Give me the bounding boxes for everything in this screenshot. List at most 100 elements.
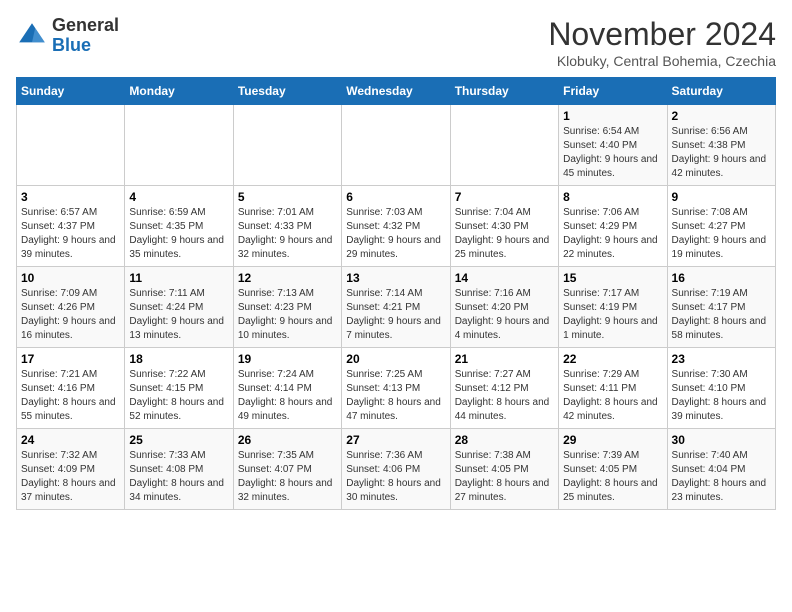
day-number: 15 (563, 271, 662, 285)
day-number: 24 (21, 433, 120, 447)
day-number: 18 (129, 352, 228, 366)
day-info: Sunrise: 6:56 AMSunset: 4:38 PMDaylight:… (672, 126, 767, 179)
day-number: 20 (346, 352, 445, 366)
day-cell-8: 8 Sunrise: 7:06 AMSunset: 4:29 PMDayligh… (559, 186, 667, 267)
week-row-5: 24 Sunrise: 7:32 AMSunset: 4:09 PMDaylig… (17, 429, 776, 510)
empty-cell (450, 105, 558, 186)
day-number: 3 (21, 190, 120, 204)
day-cell-29: 29 Sunrise: 7:39 AMSunset: 4:05 PMDaylig… (559, 429, 667, 510)
day-number: 5 (238, 190, 337, 204)
day-cell-27: 27 Sunrise: 7:36 AMSunset: 4:06 PMDaylig… (342, 429, 450, 510)
day-number: 11 (129, 271, 228, 285)
day-cell-16: 16 Sunrise: 7:19 AMSunset: 4:17 PMDaylig… (667, 267, 775, 348)
day-number: 23 (672, 352, 771, 366)
day-cell-6: 6 Sunrise: 7:03 AMSunset: 4:32 PMDayligh… (342, 186, 450, 267)
day-cell-28: 28 Sunrise: 7:38 AMSunset: 4:05 PMDaylig… (450, 429, 558, 510)
day-number: 16 (672, 271, 771, 285)
day-info: Sunrise: 7:14 AMSunset: 4:21 PMDaylight:… (346, 288, 441, 341)
day-cell-10: 10 Sunrise: 7:09 AMSunset: 4:26 PMDaylig… (17, 267, 125, 348)
logo: General Blue (16, 16, 119, 56)
day-header-tuesday: Tuesday (233, 78, 341, 105)
day-cell-1: 1 Sunrise: 6:54 AMSunset: 4:40 PMDayligh… (559, 105, 667, 186)
day-info: Sunrise: 7:27 AMSunset: 4:12 PMDaylight:… (455, 369, 550, 422)
empty-cell (17, 105, 125, 186)
day-cell-2: 2 Sunrise: 6:56 AMSunset: 4:38 PMDayligh… (667, 105, 775, 186)
day-info: Sunrise: 7:30 AMSunset: 4:10 PMDaylight:… (672, 369, 767, 422)
day-info: Sunrise: 6:57 AMSunset: 4:37 PMDaylight:… (21, 207, 116, 260)
day-cell-14: 14 Sunrise: 7:16 AMSunset: 4:20 PMDaylig… (450, 267, 558, 348)
empty-cell (125, 105, 233, 186)
day-header-monday: Monday (125, 78, 233, 105)
day-info: Sunrise: 7:01 AMSunset: 4:33 PMDaylight:… (238, 207, 333, 260)
week-row-1: 1 Sunrise: 6:54 AMSunset: 4:40 PMDayligh… (17, 105, 776, 186)
day-info: Sunrise: 7:04 AMSunset: 4:30 PMDaylight:… (455, 207, 550, 260)
day-info: Sunrise: 7:39 AMSunset: 4:05 PMDaylight:… (563, 450, 658, 503)
day-cell-22: 22 Sunrise: 7:29 AMSunset: 4:11 PMDaylig… (559, 348, 667, 429)
day-cell-21: 21 Sunrise: 7:27 AMSunset: 4:12 PMDaylig… (450, 348, 558, 429)
day-header-wednesday: Wednesday (342, 78, 450, 105)
day-cell-18: 18 Sunrise: 7:22 AMSunset: 4:15 PMDaylig… (125, 348, 233, 429)
day-info: Sunrise: 6:54 AMSunset: 4:40 PMDaylight:… (563, 126, 658, 179)
day-number: 7 (455, 190, 554, 204)
day-cell-25: 25 Sunrise: 7:33 AMSunset: 4:08 PMDaylig… (125, 429, 233, 510)
day-cell-4: 4 Sunrise: 6:59 AMSunset: 4:35 PMDayligh… (125, 186, 233, 267)
day-number: 2 (672, 109, 771, 123)
day-cell-24: 24 Sunrise: 7:32 AMSunset: 4:09 PMDaylig… (17, 429, 125, 510)
day-info: Sunrise: 7:16 AMSunset: 4:20 PMDaylight:… (455, 288, 550, 341)
day-info: Sunrise: 7:17 AMSunset: 4:19 PMDaylight:… (563, 288, 658, 341)
month-title: November 2024 (548, 16, 776, 53)
day-number: 30 (672, 433, 771, 447)
day-number: 12 (238, 271, 337, 285)
day-number: 29 (563, 433, 662, 447)
day-number: 9 (672, 190, 771, 204)
day-number: 19 (238, 352, 337, 366)
day-cell-5: 5 Sunrise: 7:01 AMSunset: 4:33 PMDayligh… (233, 186, 341, 267)
week-row-3: 10 Sunrise: 7:09 AMSunset: 4:26 PMDaylig… (17, 267, 776, 348)
day-info: Sunrise: 7:32 AMSunset: 4:09 PMDaylight:… (21, 450, 116, 503)
day-cell-19: 19 Sunrise: 7:24 AMSunset: 4:14 PMDaylig… (233, 348, 341, 429)
day-info: Sunrise: 7:19 AMSunset: 4:17 PMDaylight:… (672, 288, 767, 341)
day-cell-13: 13 Sunrise: 7:14 AMSunset: 4:21 PMDaylig… (342, 267, 450, 348)
day-info: Sunrise: 7:35 AMSunset: 4:07 PMDaylight:… (238, 450, 333, 503)
logo-general: General (52, 15, 119, 35)
day-cell-26: 26 Sunrise: 7:35 AMSunset: 4:07 PMDaylig… (233, 429, 341, 510)
day-info: Sunrise: 7:22 AMSunset: 4:15 PMDaylight:… (129, 369, 224, 422)
day-number: 17 (21, 352, 120, 366)
day-info: Sunrise: 7:25 AMSunset: 4:13 PMDaylight:… (346, 369, 441, 422)
day-number: 8 (563, 190, 662, 204)
day-number: 22 (563, 352, 662, 366)
logo-text: General Blue (52, 16, 119, 56)
day-info: Sunrise: 7:09 AMSunset: 4:26 PMDaylight:… (21, 288, 116, 341)
day-info: Sunrise: 6:59 AMSunset: 4:35 PMDaylight:… (129, 207, 224, 260)
day-header-sunday: Sunday (17, 78, 125, 105)
day-cell-20: 20 Sunrise: 7:25 AMSunset: 4:13 PMDaylig… (342, 348, 450, 429)
day-number: 10 (21, 271, 120, 285)
day-cell-12: 12 Sunrise: 7:13 AMSunset: 4:23 PMDaylig… (233, 267, 341, 348)
calendar-header-row: SundayMondayTuesdayWednesdayThursdayFrid… (17, 78, 776, 105)
day-number: 14 (455, 271, 554, 285)
empty-cell (342, 105, 450, 186)
empty-cell (233, 105, 341, 186)
day-cell-30: 30 Sunrise: 7:40 AMSunset: 4:04 PMDaylig… (667, 429, 775, 510)
day-info: Sunrise: 7:29 AMSunset: 4:11 PMDaylight:… (563, 369, 658, 422)
day-cell-3: 3 Sunrise: 6:57 AMSunset: 4:37 PMDayligh… (17, 186, 125, 267)
day-header-friday: Friday (559, 78, 667, 105)
day-header-saturday: Saturday (667, 78, 775, 105)
day-info: Sunrise: 7:38 AMSunset: 4:05 PMDaylight:… (455, 450, 550, 503)
week-row-4: 17 Sunrise: 7:21 AMSunset: 4:16 PMDaylig… (17, 348, 776, 429)
day-info: Sunrise: 7:40 AMSunset: 4:04 PMDaylight:… (672, 450, 767, 503)
day-info: Sunrise: 7:06 AMSunset: 4:29 PMDaylight:… (563, 207, 658, 260)
day-info: Sunrise: 7:08 AMSunset: 4:27 PMDaylight:… (672, 207, 767, 260)
logo-blue: Blue (52, 35, 91, 55)
day-cell-23: 23 Sunrise: 7:30 AMSunset: 4:10 PMDaylig… (667, 348, 775, 429)
day-number: 4 (129, 190, 228, 204)
location: Klobuky, Central Bohemia, Czechia (548, 53, 776, 69)
day-cell-7: 7 Sunrise: 7:04 AMSunset: 4:30 PMDayligh… (450, 186, 558, 267)
day-cell-17: 17 Sunrise: 7:21 AMSunset: 4:16 PMDaylig… (17, 348, 125, 429)
day-number: 13 (346, 271, 445, 285)
day-cell-9: 9 Sunrise: 7:08 AMSunset: 4:27 PMDayligh… (667, 186, 775, 267)
day-info: Sunrise: 7:21 AMSunset: 4:16 PMDaylight:… (21, 369, 116, 422)
day-number: 26 (238, 433, 337, 447)
day-info: Sunrise: 7:11 AMSunset: 4:24 PMDaylight:… (129, 288, 224, 341)
title-block: November 2024 Klobuky, Central Bohemia, … (548, 16, 776, 69)
